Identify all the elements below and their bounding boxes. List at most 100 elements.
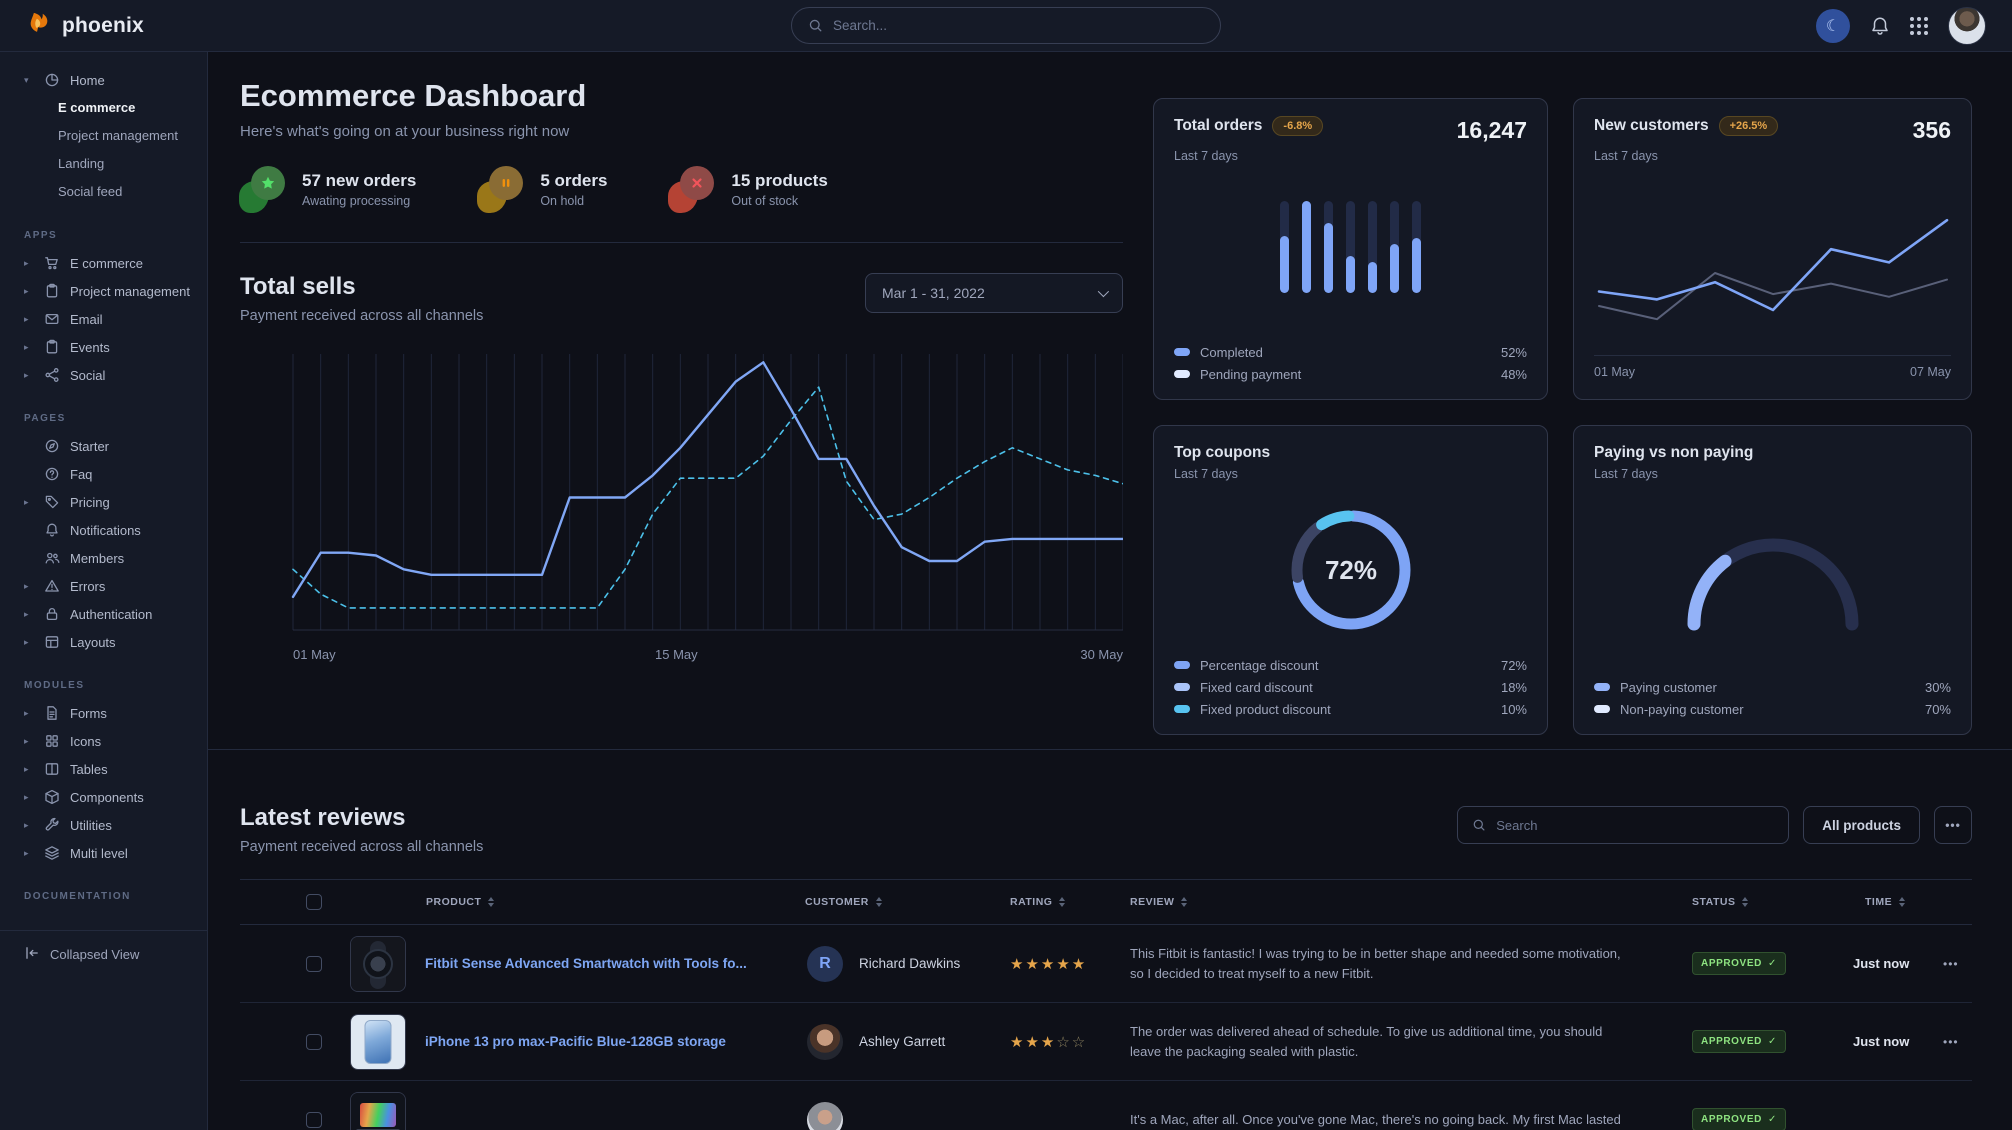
legend-swatch [1174, 348, 1190, 356]
row-checkbox[interactable] [306, 1034, 322, 1050]
card-period: Last 7 days [1594, 149, 1951, 163]
status-cell: APPROVED✓ [1670, 952, 1835, 975]
order-bar [1302, 201, 1311, 293]
legend-value: 18% [1501, 680, 1527, 695]
legend-swatch [1174, 661, 1190, 669]
sidebar-item-email[interactable]: ▸Email [0, 305, 207, 333]
customer-name: Ashley Garrett [859, 1034, 945, 1049]
global-search-input[interactable] [833, 18, 1204, 33]
date-range-select[interactable]: Mar 1 - 31, 2022 [865, 273, 1123, 313]
sidebar-item-label: Social [70, 368, 105, 383]
sidebar-item-pricing[interactable]: ▸Pricing [0, 488, 207, 516]
customer-avatar: R [807, 946, 843, 982]
reviews-search-input[interactable] [1496, 818, 1774, 833]
sidebar-item-forms[interactable]: ▸Forms [0, 699, 207, 727]
product-link[interactable]: Fitbit Sense Advanced Smartwatch with To… [425, 956, 747, 971]
sidebar-item-label: Authentication [70, 607, 152, 622]
sidebar-item-faq[interactable]: Faq [0, 460, 207, 488]
sidebar-item-landing[interactable]: Landing [0, 150, 207, 178]
card-title: New customers [1594, 117, 1709, 135]
sidebar-item-label: Multi level [70, 846, 128, 861]
sidebar-item-label: Faq [70, 467, 92, 482]
sidebar-item-label: Layouts [70, 635, 116, 650]
sidebar-item-icons[interactable]: ▸Icons [0, 727, 207, 755]
sidebar-item-multi-level[interactable]: ▸Multi level [0, 839, 207, 867]
all-products-button[interactable]: All products [1803, 806, 1920, 844]
sidebar-item-events[interactable]: ▸Events [0, 333, 207, 361]
stat-text: 5 ordersOn hold [540, 171, 607, 208]
sidebar-item-e-commerce[interactable]: ▸E commerce [0, 249, 207, 277]
order-bar [1390, 201, 1399, 293]
total-sells-chart: 01 May 15 May 30 May [240, 342, 1123, 667]
check-icon: ✓ [1768, 958, 1777, 969]
sidebar-item-label: Pricing [70, 495, 110, 510]
sidebar-item-utilities[interactable]: ▸Utilities [0, 811, 207, 839]
apps-grid-button[interactable] [1910, 17, 1928, 35]
nine-dots-icon [1910, 17, 1928, 35]
card-period: Last 7 days [1174, 149, 1527, 163]
row-actions-button[interactable]: ••• [1935, 957, 1972, 971]
sidebar-item-social[interactable]: ▸ Social [0, 361, 207, 389]
column-header-review[interactable]: REVIEW [1130, 896, 1670, 908]
table-row: Fitbit Sense Advanced Smartwatch with To… [240, 925, 1972, 1003]
caret-right-icon: ▸ [24, 637, 34, 648]
sidebar-item-label: Notifications [70, 523, 141, 538]
sidebar-item-components[interactable]: ▸Components [0, 783, 207, 811]
select-all-checkbox[interactable] [306, 894, 322, 910]
column-header-customer[interactable]: CUSTOMER [805, 896, 1010, 908]
lock-icon [44, 606, 60, 622]
stat-caption: Out of stock [731, 194, 827, 208]
sidebar-collapse-toggle[interactable]: Collapsed View [0, 930, 207, 978]
sidebar-item-tables[interactable]: ▸Tables [0, 755, 207, 783]
sidebar-item-starter[interactable]: Starter [0, 432, 207, 460]
status-badge: APPROVED✓ [1692, 1030, 1786, 1053]
clipboard-icon [44, 283, 60, 299]
legend-label: Completed [1200, 345, 1263, 360]
sort-icon [1181, 897, 1187, 907]
sidebar-item-label: Email [70, 312, 103, 327]
column-header-status[interactable]: STATUS [1670, 896, 1835, 908]
trend-badge: +26.5% [1719, 116, 1779, 136]
sidebar-item-notifications[interactable]: Notifications [0, 516, 207, 544]
product-link[interactable]: iPhone 13 pro max-Pacific Blue-128GB sto… [425, 1034, 726, 1049]
row-actions-button[interactable]: ••• [1935, 1035, 1972, 1049]
column-header-label: CUSTOMER [805, 896, 869, 908]
stat-text: 57 new ordersAwating processing [302, 171, 416, 208]
sidebar-item-errors[interactable]: ▸Errors [0, 572, 207, 600]
sidebar-item-project-management[interactable]: ▸Project management [0, 277, 207, 305]
row-checkbox-cell [240, 1112, 350, 1128]
row-checkbox[interactable] [306, 1112, 322, 1128]
column-header-product[interactable]: PRODUCT [350, 896, 805, 908]
theme-toggle-button[interactable]: ☾ [1816, 9, 1850, 43]
stat-value: 15 products [731, 171, 827, 191]
user-avatar[interactable] [1948, 7, 1986, 45]
sidebar-item-project-management[interactable]: Project management [0, 122, 207, 150]
table-row: It's a Mac, after all. Once you've gone … [240, 1081, 1972, 1130]
stat-value: 57 new orders [302, 171, 416, 191]
sidebar-item-authentication[interactable]: ▸Authentication [0, 600, 207, 628]
sidebar-item-label: E commerce [70, 256, 143, 271]
axis-label: 01 May [293, 647, 336, 662]
reviews-more-button[interactable]: ••• [1934, 806, 1972, 844]
legend-item-pending-payment: Pending payment48% [1174, 363, 1527, 385]
layout-icon [44, 634, 60, 650]
brand[interactable]: phoenix [26, 10, 144, 42]
column-header-label: TIME [1865, 896, 1892, 908]
customer-name: Richard Dawkins [859, 956, 960, 971]
status-badge: APPROVED✓ [1692, 1108, 1786, 1130]
sidebar-item-members[interactable]: Members [0, 544, 207, 572]
sidebar-item-social-feed[interactable]: Social feed [0, 178, 207, 206]
column-header-rating[interactable]: RATING [1010, 896, 1130, 908]
sort-icon [1899, 897, 1905, 907]
caret-right-icon: ▸ [24, 370, 34, 381]
coupons-donut-chart: 72% [1174, 495, 1527, 645]
column-header-time[interactable]: TIME [1835, 896, 1935, 908]
order-bar-fill [1346, 256, 1355, 293]
row-checkbox[interactable] [306, 956, 322, 972]
notifications-button[interactable] [1870, 16, 1890, 36]
sidebar-item-layouts[interactable]: ▸ Layouts [0, 628, 207, 656]
search-icon [1472, 818, 1486, 832]
sidebar-item-e-commerce[interactable]: E commerce [0, 94, 207, 122]
sidebar-item-home[interactable]: ▾Home [0, 66, 207, 94]
rating-stars: ★★★☆☆ [1010, 1033, 1130, 1051]
